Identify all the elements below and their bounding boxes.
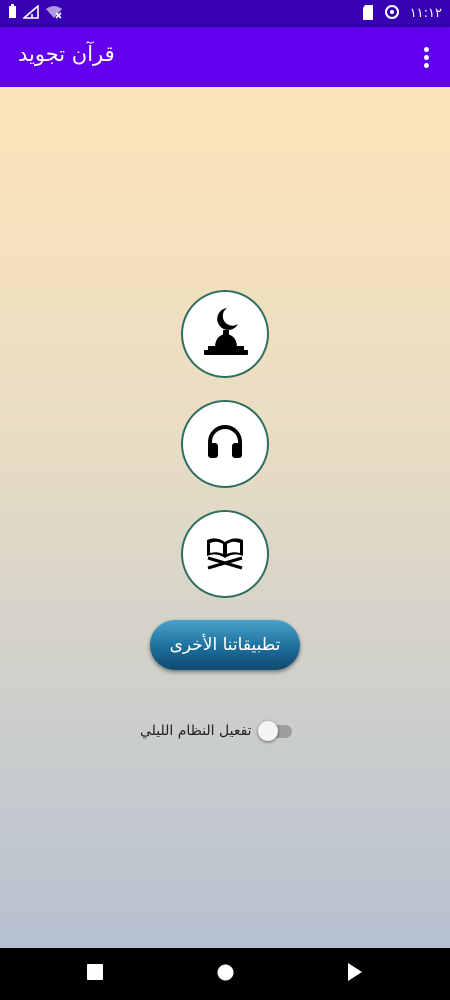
minaret-crescent-icon [202,306,248,362]
status-right-icons: ١١:١٢ [362,4,442,24]
app-title: قرآن تجويد [18,42,115,66]
night-mode-row: تفعيل النظام الليلي [140,719,300,743]
overflow-dot [423,62,429,68]
app-bar: قرآن تجويد [0,27,450,87]
recents-button[interactable] [65,948,125,1000]
wifi-off-icon [45,4,63,23]
open-quran-icon [204,534,246,574]
adhan-button[interactable] [181,290,269,378]
other-apps-label: تطبيقاتنا الأخرى [169,635,281,655]
status-left-icons [8,4,63,23]
main-content: تطبيقاتنا الأخرى تفعيل النظام الليلي [0,87,450,948]
other-apps-button[interactable]: تطبيقاتنا الأخرى [150,620,300,670]
home-button[interactable] [195,948,255,1000]
headphones-icon [205,424,245,464]
battery-icon [8,4,17,23]
sync-icon [384,4,400,24]
sd-card-icon [362,4,374,24]
quran-button[interactable] [181,510,269,598]
back-icon [347,963,363,985]
overflow-menu-icon [423,46,429,52]
status-time: ١١:١٢ [409,6,442,21]
audio-button[interactable] [181,400,269,488]
overflow-dot [423,54,429,60]
toggle-thumb [257,721,278,741]
night-mode-label: تفعيل النظام الليلي [140,723,252,739]
back-button[interactable] [325,948,385,1000]
signal-icon [21,4,39,23]
night-mode-toggle[interactable] [257,721,294,741]
navigation-bar [0,948,450,1000]
recents-icon [87,964,103,984]
status-bar: ١١:١٢ [0,0,450,27]
overflow-menu-button[interactable] [414,43,438,71]
home-icon [217,964,234,985]
